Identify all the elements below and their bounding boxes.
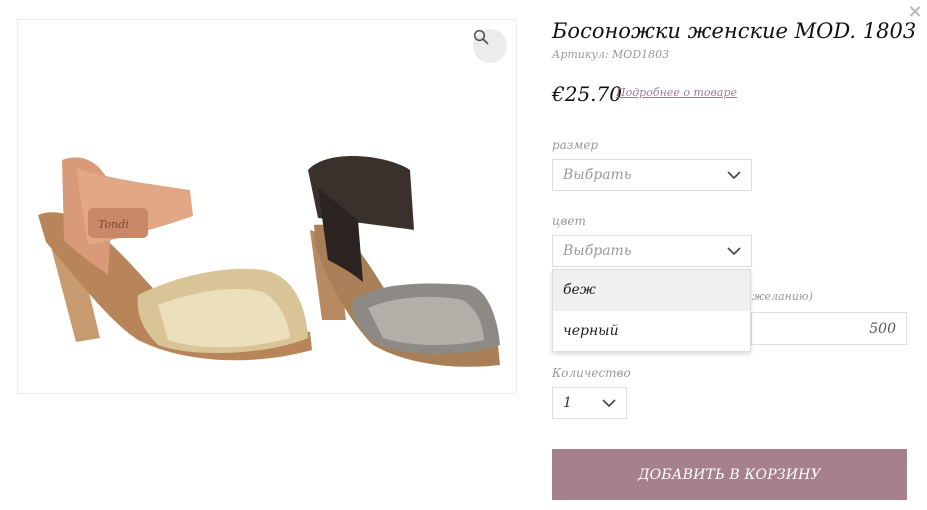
color-option-beige[interactable]: беж: [553, 270, 750, 311]
color-select-value: Выбрать: [563, 243, 632, 259]
quantity-select-value: 1: [563, 395, 572, 411]
add-to-cart-button[interactable]: ДОБАВИТЬ В КОРЗИНУ: [552, 449, 907, 500]
size-label: размер: [552, 138, 599, 152]
sku-label: Артикул:: [552, 48, 609, 61]
size-select[interactable]: Выбрать: [552, 159, 752, 191]
search-icon: [473, 29, 489, 45]
sku-line: Артикул: MOD1803: [552, 48, 669, 61]
sandals-illustration: Tondi: [38, 156, 500, 367]
color-select[interactable]: Выбрать: [552, 235, 752, 267]
quantity-label: Количество: [552, 366, 631, 380]
color-dropdown-menu: беж черный: [552, 269, 751, 352]
chevron-down-icon: [602, 398, 616, 407]
color-option-black[interactable]: черный: [553, 311, 750, 352]
chevron-down-icon: [727, 246, 741, 255]
product-title: Босоножки женские MOD. 1803: [552, 19, 917, 43]
brand-stamp-text: Tondi: [98, 218, 129, 231]
product-image[interactable]: Tondi: [17, 19, 517, 394]
quantity-select[interactable]: 1: [552, 387, 627, 419]
product-price: €25.70: [552, 82, 622, 106]
chevron-down-icon: [727, 170, 741, 179]
size-select-value: Выбрать: [563, 167, 632, 183]
color-label: цвет: [552, 214, 586, 228]
product-details-link[interactable]: Подробнее о товаре: [616, 86, 737, 99]
amount-label: желанию): [752, 290, 813, 303]
amount-input[interactable]: [751, 312, 907, 345]
sku-value: MOD1803: [612, 48, 670, 61]
zoom-button[interactable]: [473, 29, 507, 63]
